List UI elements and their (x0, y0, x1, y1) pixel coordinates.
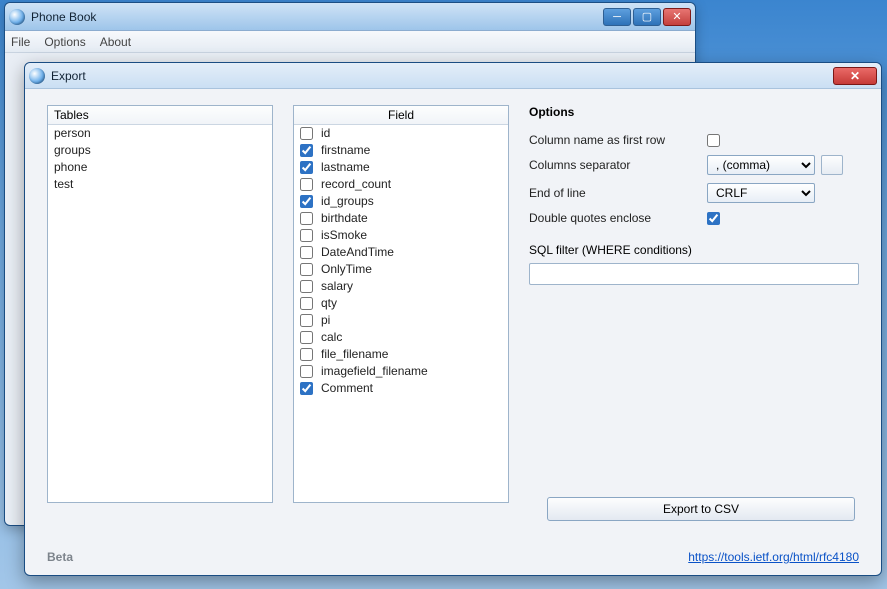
field-row[interactable]: id_groups (296, 193, 506, 210)
parent-menu: File Options About (5, 31, 695, 53)
first-row-label: Column name as first row (529, 133, 707, 147)
field-label: imagefield_filename (321, 363, 428, 380)
field-checkbox[interactable] (300, 229, 313, 242)
table-row[interactable]: groups (50, 142, 270, 159)
options-panel: Options Column name as first row Columns… (529, 105, 859, 537)
field-row[interactable]: Comment (296, 380, 506, 397)
separator-extra-button[interactable] (821, 155, 843, 175)
field-checkbox[interactable] (300, 246, 313, 259)
field-checkbox[interactable] (300, 212, 313, 225)
field-label: DateAndTime (321, 244, 394, 261)
sql-label: SQL filter (WHERE conditions) (529, 243, 859, 257)
table-row[interactable]: phone (50, 159, 270, 176)
table-row[interactable]: test (50, 176, 270, 193)
field-checkbox[interactable] (300, 144, 313, 157)
field-row[interactable]: pi (296, 312, 506, 329)
dialog-close-button[interactable]: ✕ (833, 67, 877, 85)
menu-about[interactable]: About (100, 35, 131, 49)
field-row[interactable]: firstname (296, 142, 506, 159)
field-label: birthdate (321, 210, 368, 227)
field-row[interactable]: calc (296, 329, 506, 346)
field-row[interactable]: id (296, 125, 506, 142)
field-label: Comment (321, 380, 373, 397)
parent-titlebar[interactable]: Phone Book ─ ▢ ✕ (5, 3, 695, 31)
parent-title: Phone Book (31, 10, 96, 24)
field-checkbox[interactable] (300, 178, 313, 191)
field-checkbox[interactable] (300, 161, 313, 174)
minimize-button[interactable]: ─ (603, 8, 631, 26)
menu-options[interactable]: Options (44, 35, 85, 49)
field-checkbox[interactable] (300, 314, 313, 327)
field-label: salary (321, 278, 353, 295)
export-dialog: Export ✕ Tables persongroupsphonetest Fi… (24, 62, 882, 576)
field-label: record_count (321, 176, 391, 193)
menu-file[interactable]: File (11, 35, 30, 49)
field-label: id (321, 125, 330, 142)
separator-label: Columns separator (529, 158, 707, 172)
field-row[interactable]: lastname (296, 159, 506, 176)
fields-listbox[interactable]: Field idfirstnamelastnamerecord_countid_… (293, 105, 509, 503)
field-checkbox[interactable] (300, 365, 313, 378)
options-heading: Options (529, 105, 859, 119)
export-button[interactable]: Export to CSV (547, 497, 855, 521)
field-checkbox[interactable] (300, 348, 313, 361)
beta-label: Beta (47, 550, 73, 564)
field-row[interactable]: record_count (296, 176, 506, 193)
field-row[interactable]: isSmoke (296, 227, 506, 244)
dialog-title: Export (51, 69, 86, 83)
dialog-titlebar[interactable]: Export ✕ (25, 63, 881, 89)
field-label: pi (321, 312, 330, 329)
field-row[interactable]: file_filename (296, 346, 506, 363)
field-label: firstname (321, 142, 370, 159)
field-label: OnlyTime (321, 261, 372, 278)
separator-select[interactable]: , (comma) (707, 155, 815, 175)
dquote-label: Double quotes enclose (529, 211, 707, 225)
field-label: calc (321, 329, 342, 346)
field-checkbox[interactable] (300, 297, 313, 310)
first-row-checkbox[interactable] (707, 134, 720, 147)
field-checkbox[interactable] (300, 280, 313, 293)
field-label: file_filename (321, 346, 388, 363)
field-checkbox[interactable] (300, 331, 313, 344)
eol-label: End of line (529, 186, 707, 200)
field-checkbox[interactable] (300, 195, 313, 208)
field-label: isSmoke (321, 227, 367, 244)
rfc-link[interactable]: https://tools.ietf.org/html/rfc4180 (688, 550, 859, 564)
field-row[interactable]: qty (296, 295, 506, 312)
eol-select[interactable]: CRLF (707, 183, 815, 203)
field-row[interactable]: OnlyTime (296, 261, 506, 278)
tables-header: Tables (48, 106, 272, 125)
table-row[interactable]: person (50, 125, 270, 142)
app-icon (9, 9, 25, 25)
field-checkbox[interactable] (300, 127, 313, 140)
dquote-checkbox[interactable] (707, 212, 720, 225)
sql-input[interactable] (529, 263, 859, 285)
tables-listbox[interactable]: Tables persongroupsphonetest (47, 105, 273, 503)
field-label: qty (321, 295, 337, 312)
close-button[interactable]: ✕ (663, 8, 691, 26)
field-label: id_groups (321, 193, 374, 210)
field-checkbox[interactable] (300, 263, 313, 276)
field-row[interactable]: salary (296, 278, 506, 295)
maximize-button[interactable]: ▢ (633, 8, 661, 26)
field-row[interactable]: imagefield_filename (296, 363, 506, 380)
field-label: lastname (321, 159, 370, 176)
field-row[interactable]: DateAndTime (296, 244, 506, 261)
fields-header: Field (294, 106, 508, 125)
dialog-app-icon (29, 68, 45, 84)
field-row[interactable]: birthdate (296, 210, 506, 227)
field-checkbox[interactable] (300, 382, 313, 395)
